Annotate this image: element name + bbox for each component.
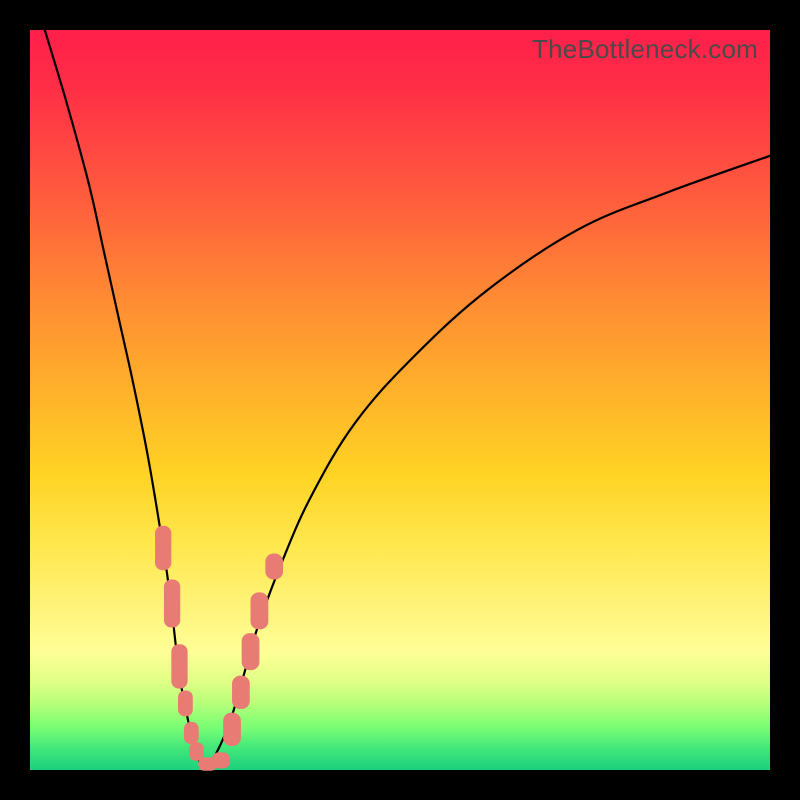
curve-marker (223, 713, 241, 746)
marker-group (155, 526, 283, 771)
curve-layer (30, 30, 770, 770)
curve-marker (171, 644, 187, 688)
curve-marker (178, 690, 193, 716)
curve-marker (265, 554, 283, 580)
curve-marker (184, 722, 199, 744)
curve-marker (212, 752, 231, 768)
curve-marker (164, 579, 180, 627)
plot-area: TheBottleneck.com (30, 30, 770, 770)
curve-marker (232, 676, 250, 709)
curve-marker (189, 742, 204, 761)
curve-marker (242, 633, 260, 670)
curve-right (208, 156, 770, 770)
curve-marker (155, 526, 171, 570)
chart-frame: TheBottleneck.com (0, 0, 800, 800)
curve-marker (251, 592, 269, 629)
